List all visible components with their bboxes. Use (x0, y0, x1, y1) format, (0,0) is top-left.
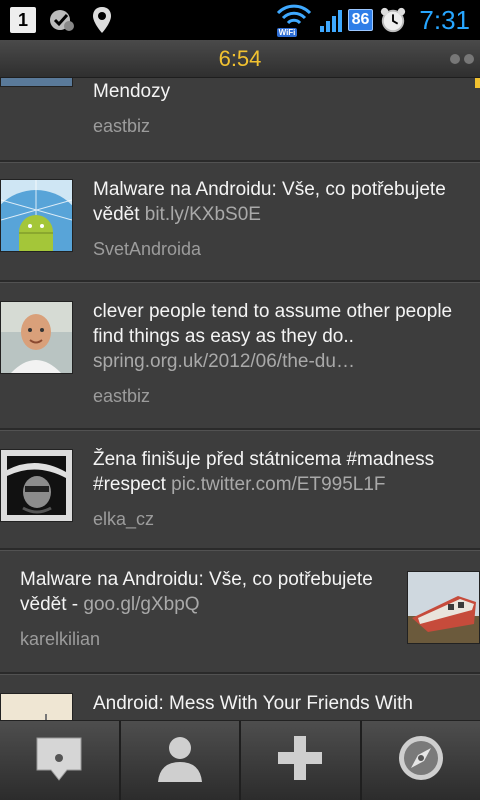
tweet-link[interactable]: bit.ly/KXbS0E (145, 204, 261, 225)
signal-strength-icon (319, 8, 342, 32)
notification-count-icon: 1 (10, 7, 36, 33)
header-time: 6:54 (218, 46, 262, 71)
wifi-label: WiFi (276, 28, 298, 37)
tweet-author[interactable]: eastbiz (93, 386, 464, 407)
tweet-row[interactable]: Mendozy eastbiz (0, 78, 480, 162)
tweet-text: Malware na Androidu: Vše, co potřebujete… (20, 569, 373, 615)
avatar[interactable] (0, 179, 86, 290)
tweet-link[interactable]: goo.gl/gXbpQ (83, 594, 199, 615)
wifi-icon: WiFi (274, 3, 314, 37)
tweet-text: Android: Mess With Your Friends With (93, 693, 413, 714)
tweet-row[interactable]: Žena finišuje před státnicema #madness #… (0, 430, 480, 550)
explore-button[interactable] (362, 721, 480, 800)
tweet-text: clever people tend to assume other peopl… (93, 301, 453, 372)
status-bar: 1 WiFi 86 7:31 (0, 0, 480, 40)
header-bar: 6:54 (0, 40, 480, 78)
tweet-author[interactable]: SvetAndroida (93, 239, 464, 260)
tweet-row[interactable]: Malware na Androidu: Vše, co potřebujete… (0, 162, 480, 290)
add-button[interactable] (241, 721, 362, 800)
battery-level: 86 (347, 9, 374, 31)
location-icon (88, 6, 116, 34)
avatar[interactable] (0, 449, 73, 522)
tweet-text: Mendozy (93, 81, 171, 102)
tweet-row[interactable]: Android: Mess With Your Friends With (0, 674, 480, 720)
tweet-author[interactable]: eastbiz (93, 116, 464, 137)
avatar[interactable] (0, 693, 73, 720)
status-clock: 7:31 (419, 4, 470, 35)
compass-icon (395, 732, 447, 789)
compose-icon (33, 732, 85, 789)
profile-button[interactable] (121, 721, 241, 800)
avatar[interactable] (0, 78, 73, 87)
avatar[interactable] (0, 301, 73, 374)
compose-button[interactable] (0, 721, 121, 800)
scroll-indicator (475, 78, 480, 88)
tweet-link[interactable]: pic.twitter.com/ET995L1F (171, 474, 385, 495)
tweet-link[interactable]: spring.org.uk/2012/06/the-du… (93, 351, 355, 372)
page-indicator (450, 54, 474, 64)
tweet-author[interactable]: karelkilian (20, 629, 394, 650)
bottom-toolbar (0, 720, 480, 800)
alarm-clock-icon (379, 6, 407, 34)
tweet-text: Žena finišuje před státnicema #madness #… (93, 449, 435, 495)
tweet-row[interactable]: clever people tend to assume other peopl… (0, 282, 480, 430)
tweet-image-thumbnail[interactable] (407, 571, 480, 644)
add-icon (276, 734, 324, 787)
tweet-text: Malware na Androidu: Vše, co potřebujete… (93, 179, 446, 225)
tweet-row[interactable]: Malware na Androidu: Vše, co potřebujete… (0, 550, 480, 674)
timeline-list[interactable]: Mendozy eastbiz Malware na Androidu: Vše… (0, 78, 480, 720)
tweet-author[interactable]: elka_cz (93, 509, 464, 530)
voicemail-status-icon (48, 6, 76, 34)
profile-icon (154, 732, 206, 789)
